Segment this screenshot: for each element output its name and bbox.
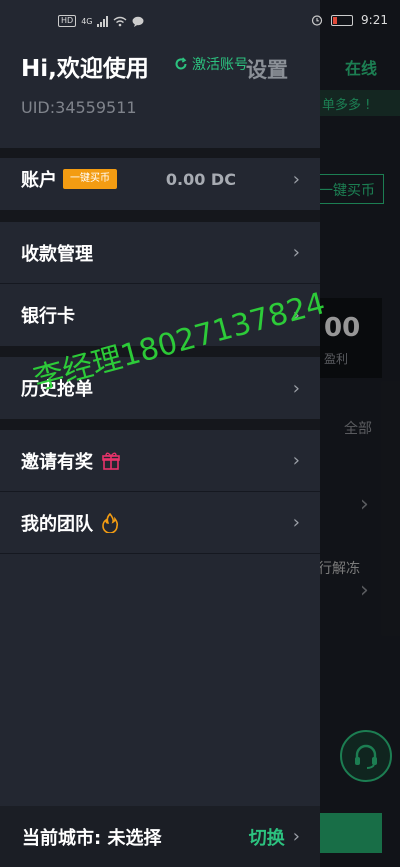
wifi-icon [114,16,127,26]
gift-icon [101,451,121,471]
chevron-right-icon: › [292,826,300,847]
clock: 9:21 [361,13,388,27]
drawer-header: Hi,欢迎使用 激活账号 设置 UID:34559511 [0,40,320,148]
menu-item-label: 我的团队 [21,513,93,535]
chevron-right-icon: › [292,242,300,263]
battery-icon [331,14,354,26]
account-row[interactable]: 账户 一键买币 0.00 DC › [0,148,320,210]
menu-item-label: 邀请有奖 [21,451,93,473]
chat-bubble-icon [132,16,144,27]
alarm-icon [311,15,323,26]
activate-account-link[interactable]: 激活账号 [174,54,248,74]
account-balance: 0.00 DC [165,169,236,189]
quick-buy-badge[interactable]: 一键买币 [63,169,117,189]
section-divider [0,419,320,430]
menu-item-label: 收款管理 [21,243,93,265]
chevron-right-icon: › [292,377,300,399]
section-divider [0,210,320,222]
chevron-right-icon: › [292,168,300,190]
network-type: 4G [81,16,93,26]
menu-item-label: 银行卡 [21,306,75,327]
menu-item-invite-rewards[interactable]: 邀请有奖 › [0,430,320,492]
hd-icon: HD [58,15,77,27]
status-bar: HD 4G 9:21 [0,0,400,40]
refresh-icon [175,57,187,70]
user-id: UID:34559511 [21,98,137,117]
menu-item-my-team[interactable]: 我的团队 › [0,492,320,554]
city-selector[interactable]: 当前城市: 未选择 切换 › [0,806,320,867]
background-page: 在线 单多多 ! 一键买币 00 盈利 全部 › 行解冻 › [320,0,400,867]
chevron-right-icon: › [292,450,300,471]
greeting-title: Hi,欢迎使用 [21,56,149,82]
current-city-label: 当前城市: 未选择 [22,827,162,849]
drawer-overlay[interactable] [320,0,400,867]
menu-item-payment-management[interactable]: 收款管理 › [0,222,320,284]
account-label: 账户 [21,170,57,191]
chevron-right-icon: › [292,512,300,533]
fire-icon [101,512,119,533]
signal-icon [97,15,109,27]
switch-city-button[interactable]: 切换 [249,824,285,850]
settings-button[interactable]: 设置 [246,54,288,84]
activate-account-label: 激活账号 [192,57,248,73]
side-drawer: Hi,欢迎使用 激活账号 设置 UID:34559511 账户 一键买币 0.0… [0,0,320,867]
